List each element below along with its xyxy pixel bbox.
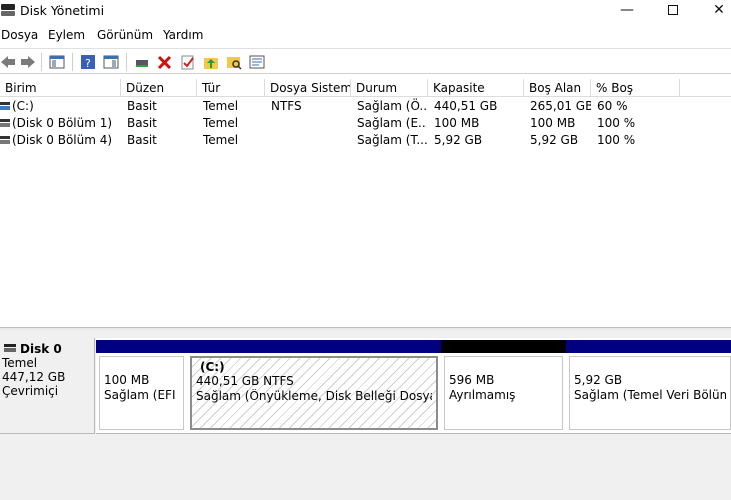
cell-birim: (Disk 0 Bölüm 4) — [12, 133, 113, 147]
disk-info-panel[interactable]: Disk 0 Temel 447,12 GB Çevrimiçi — [0, 338, 95, 434]
column-filler — [680, 79, 731, 97]
disk-size: 447,12 GB — [2, 370, 66, 384]
partition-status: Sağlam (Önyükleme, Disk Belleği Dosyası,… — [196, 389, 432, 403]
forward-icon[interactable] — [20, 54, 36, 70]
cell-duzen: Basit — [127, 116, 157, 130]
toolbar: ? — [0, 48, 731, 74]
menu-bar: Dosya Eylem Görünüm Yardım — [0, 26, 731, 46]
folder-search-icon[interactable] — [226, 54, 242, 70]
cell-kapasite: 5,92 GB — [434, 133, 483, 147]
disk-status: Çevrimiçi — [2, 384, 59, 398]
partition-efi[interactable]: 100 MB Sağlam (EFI Si — [96, 338, 187, 434]
partition-size: 440,51 GB NTFS — [196, 374, 294, 388]
disk-management-icon — [1, 4, 15, 16]
partition-box: 100 MB Sağlam (EFI Si — [99, 356, 184, 430]
cell-kapasite: 440,51 GB — [434, 99, 498, 113]
properties-icon[interactable] — [249, 54, 265, 70]
folder-up-icon[interactable] — [203, 54, 219, 70]
partition-bar — [566, 340, 731, 353]
partition-size: 100 MB — [104, 373, 150, 387]
cell-durum: Sağlam (E... — [357, 116, 427, 130]
table-row[interactable]: (Disk 0 Bölüm 4) Basit Temel Sağlam (T..… — [0, 132, 731, 149]
partition-box: 5,92 GB Sağlam (Temel Veri Bölümü) — [569, 356, 731, 430]
disk-icon — [4, 344, 16, 352]
partition-bar — [441, 340, 566, 353]
partition-status: Sağlam (EFI Si — [104, 388, 179, 402]
cell-bos-alan: 100 MB — [530, 116, 576, 130]
cell-tur: Temel — [203, 116, 239, 130]
table-row[interactable]: (C:) Basit Temel NTFS Sağlam (Ö... 440,5… — [0, 98, 731, 115]
column-kapasite[interactable]: Kapasite — [428, 79, 524, 97]
column-duzen[interactable]: Düzen — [121, 79, 197, 97]
cell-dosya-sistemi — [271, 132, 351, 149]
connect-icon[interactable] — [134, 54, 150, 70]
cell-duzen: Basit — [127, 99, 157, 113]
close-button[interactable]: ✕ — [696, 0, 731, 22]
cell-yuzde-bos: 100 % — [597, 116, 636, 130]
window-title: Disk Yönetimi — [20, 3, 105, 18]
cell-yuzde-bos: 100 % — [597, 133, 636, 147]
column-durum[interactable]: Durum — [351, 79, 428, 97]
cell-durum: Sağlam (T... — [357, 133, 427, 147]
check-icon[interactable] — [180, 54, 196, 70]
column-dosya-sistemi[interactable]: Dosya Sistemi — [265, 79, 351, 97]
partition-box: 596 MB Ayrılmamış — [444, 356, 563, 430]
cell-yuzde-bos: 60 % — [597, 99, 628, 113]
back-icon[interactable] — [0, 54, 16, 70]
cell-birim: (C:) — [12, 99, 34, 113]
partition-data[interactable]: 5,92 GB Sağlam (Temel Veri Bölümü) — [566, 338, 731, 434]
disk-name-row: Disk 0 — [2, 342, 92, 356]
partition-size: 596 MB — [449, 373, 495, 387]
cell-tur: Temel — [203, 99, 239, 113]
volume-icon — [0, 102, 10, 110]
column-birim[interactable]: Birim — [0, 79, 121, 97]
column-bos-alan[interactable]: Boş Alan — [524, 79, 591, 97]
cell-duzen: Basit — [127, 133, 157, 147]
cell-dosya-sistemi: NTFS — [271, 99, 302, 113]
disk-type: Temel — [2, 356, 38, 370]
menu-eylem[interactable]: Eylem — [48, 28, 85, 42]
help-icon[interactable]: ? — [80, 54, 96, 70]
partition-box-selected: (C:) 440,51 GB NTFS Sağlam (Önyükleme, D… — [190, 356, 438, 430]
cell-birim: (Disk 0 Bölüm 1) — [12, 116, 113, 130]
cell-tur: Temel — [203, 133, 239, 147]
partition-title: (C:) — [200, 360, 225, 374]
partition-size: 5,92 GB — [574, 373, 623, 387]
partition-c[interactable]: (C:) 440,51 GB NTFS Sağlam (Önyükleme, D… — [187, 338, 441, 434]
svg-text:?: ? — [85, 57, 91, 70]
maximize-button[interactable] — [650, 0, 696, 22]
menu-dosya[interactable]: Dosya — [1, 28, 38, 42]
disk-graph-view: Disk 0 Temel 447,12 GB Çevrimiçi 100 MB … — [0, 330, 731, 500]
partition-bar — [96, 340, 187, 353]
partition-unallocated[interactable]: 596 MB Ayrılmamış — [441, 338, 566, 434]
disk-partitions: 100 MB Sağlam (EFI Si (C:) 440,51 GB NTF… — [96, 338, 731, 434]
title-bar: Disk Yönetimi — ✕ — [0, 0, 731, 22]
delete-icon[interactable] — [157, 54, 173, 70]
partition-status: Sağlam (Temel Veri Bölümü) — [574, 388, 726, 402]
column-tur[interactable]: Tür — [197, 79, 265, 97]
volume-icon — [0, 119, 10, 127]
partition-bar — [187, 340, 441, 353]
cell-dosya-sistemi — [271, 115, 351, 132]
menu-yardim[interactable]: Yardım — [163, 28, 203, 42]
column-yuzde-bos[interactable]: % Boş — [591, 79, 680, 97]
partition-status: Ayrılmamış — [449, 388, 516, 402]
table-row[interactable]: (Disk 0 Bölüm 1) Basit Temel Sağlam (E..… — [0, 115, 731, 132]
volume-icon — [0, 136, 10, 144]
cell-bos-alan: 265,01 GB — [530, 99, 591, 113]
maximize-icon — [668, 5, 678, 15]
volume-list: Birim Düzen Tür Dosya Sistemi Durum Kapa… — [0, 79, 731, 327]
menu-gorunum[interactable]: Görünüm — [97, 28, 153, 42]
disk-name: Disk 0 — [20, 342, 62, 356]
cell-durum: Sağlam (Ö... — [357, 99, 427, 113]
console-tree-icon[interactable] — [49, 54, 65, 70]
minimize-button[interactable]: — — [604, 0, 650, 22]
action-pane-icon[interactable] — [103, 54, 119, 70]
cell-bos-alan: 5,92 GB — [530, 133, 579, 147]
cell-kapasite: 100 MB — [434, 116, 480, 130]
